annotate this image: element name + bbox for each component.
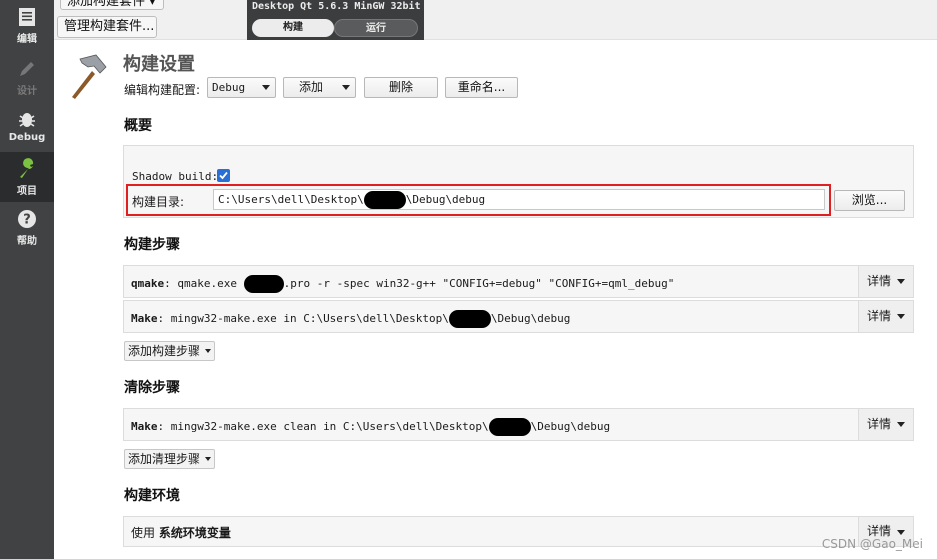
- kit-panel: Desktop Qt 5.6.3 MinGW 32bit 构建 运行: [247, 0, 424, 40]
- chevron-down-icon: [897, 279, 905, 284]
- page-title: 构建设置: [123, 54, 195, 75]
- details-button[interactable]: 详情: [858, 266, 913, 297]
- manage-kits-button[interactable]: 管理构建套件...: [57, 16, 157, 38]
- details-label: 详情: [867, 309, 892, 323]
- clean-step-make-text: Make: mingw32-make.exe clean in C:\Users…: [131, 418, 610, 436]
- chevron-down-icon: [897, 422, 905, 427]
- edit-doc-icon: [19, 8, 35, 26]
- step-text-pre: : mingw32-make.exe clean in C:\Users\del…: [157, 420, 489, 433]
- edit-config-label: 编辑构建配置:: [124, 83, 201, 97]
- build-settings-page: 构建设置 编辑构建配置: Debug 添加 删除 重命名... 概要 Shado…: [54, 40, 937, 559]
- help-icon: ?: [18, 210, 36, 228]
- svg-text:?: ?: [23, 213, 31, 228]
- add-kit-label: 添加构建套件: [67, 0, 146, 9]
- details-label: 详情: [867, 417, 892, 431]
- browse-button[interactable]: 浏览...: [834, 190, 905, 211]
- overview-panel: Shadow build: 构建目录: C:\Users\dell\Deskto…: [123, 145, 914, 218]
- add-kit-button[interactable]: 添加构建套件 ▾: [60, 0, 164, 10]
- overview-heading: 概要: [124, 118, 152, 134]
- add-build-step-button[interactable]: 添加构建步骤: [124, 341, 215, 361]
- env-name: 系统环境变量: [158, 526, 231, 540]
- mode-help-label: 帮助: [17, 236, 37, 247]
- tab-run[interactable]: 运行: [334, 19, 418, 37]
- build-dir-suffix: \Debug\debug: [405, 193, 486, 206]
- step-text-pre: : mingw32-make.exe in C:\Users\dell\Desk…: [157, 312, 449, 325]
- pencil-icon: [20, 62, 34, 76]
- step-text-post: \Debug\debug: [490, 312, 571, 325]
- use-label: 使用: [131, 526, 156, 540]
- add-config-button[interactable]: 添加: [283, 77, 356, 98]
- mode-help[interactable]: ? 帮助: [0, 202, 54, 252]
- mode-projects[interactable]: 项目: [0, 152, 54, 202]
- kit-selector-strip: 添加构建套件 ▾ 管理构建套件... Desktop Qt 5.6.3 MinG…: [54, 0, 937, 40]
- manage-kits-label: 管理构建套件...: [64, 19, 155, 34]
- details-label: 详情: [867, 274, 892, 288]
- add-clean-step-button[interactable]: 添加清理步骤: [124, 449, 215, 469]
- chevron-down-icon: [897, 530, 905, 535]
- build-env-heading: 构建环境: [124, 488, 180, 504]
- details-label: 详情: [867, 524, 892, 538]
- mode-bar: 编辑 设计 Debug 项目 ? 帮助: [0, 0, 54, 559]
- mode-debug-label: Debug: [8, 132, 46, 143]
- hammer-icon: [72, 54, 107, 99]
- step-text-pre: : qmake.exe: [164, 277, 244, 290]
- mode-design[interactable]: 设计: [0, 52, 54, 102]
- mode-debug[interactable]: Debug: [0, 102, 54, 152]
- watermark: CSDN @Gao_Mei: [821, 537, 923, 551]
- build-step-qmake-text: qmake: qmake.exe .pro -r -spec win32-g++…: [131, 275, 674, 293]
- rename-config-button[interactable]: 重命名...: [445, 77, 518, 98]
- build-config-value: Debug: [212, 81, 246, 94]
- step-text-post: .pro -r -spec win32-g++ "CONFIG+=debug" …: [283, 277, 675, 290]
- kit-name: Desktop Qt 5.6.3 MinGW 32bit: [252, 1, 421, 12]
- mode-design-label: 设计: [17, 86, 37, 97]
- wrench-icon: [20, 158, 34, 178]
- build-step-make-text: Make: mingw32-make.exe in C:\Users\dell\…: [131, 310, 570, 328]
- step-name: Make: [131, 420, 158, 433]
- bug-icon: [19, 113, 35, 127]
- chevron-down-icon: [897, 314, 905, 319]
- chevron-down-icon: [205, 349, 211, 353]
- shadow-build-checkbox[interactable]: [217, 169, 230, 182]
- chevron-down-icon: [342, 85, 350, 90]
- build-dir-label: 构建目录:: [132, 195, 185, 209]
- redaction-mark: [243, 275, 284, 293]
- redaction-mark: [363, 191, 406, 209]
- add-build-step-label: 添加构建步骤: [128, 344, 201, 358]
- step-name: qmake: [131, 277, 165, 290]
- build-config-select[interactable]: Debug: [207, 77, 276, 98]
- add-clean-step-label: 添加清理步骤: [128, 452, 201, 466]
- build-env-text: 使用 系统环境变量: [131, 524, 231, 541]
- delete-config-button[interactable]: 删除: [364, 77, 438, 98]
- chevron-down-icon: [205, 457, 211, 461]
- clean-step-make: Make: mingw32-make.exe clean in C:\Users…: [123, 408, 914, 441]
- build-env-bar: 使用 系统环境变量 详情: [123, 516, 914, 547]
- redaction-mark: [448, 310, 491, 328]
- build-step-qmake: qmake: qmake.exe .pro -r -spec win32-g++…: [123, 265, 914, 298]
- build-step-make: Make: mingw32-make.exe in C:\Users\dell\…: [123, 300, 914, 333]
- mode-projects-label: 项目: [17, 186, 37, 197]
- build-steps-heading: 构建步骤: [124, 237, 180, 253]
- step-name: Make: [131, 312, 158, 325]
- clean-steps-heading: 清除步骤: [124, 380, 180, 396]
- chevron-down-icon: [262, 85, 270, 90]
- build-dir-input[interactable]: C:\Users\dell\Desktop\ \Debug\debug: [213, 189, 825, 210]
- add-config-label: 添加: [299, 80, 324, 94]
- shadow-build-label: Shadow build:: [132, 170, 219, 183]
- mode-edit-label: 编辑: [17, 34, 37, 45]
- mode-edit[interactable]: 编辑: [0, 0, 54, 50]
- build-dir-prefix: C:\Users\dell\Desktop\: [218, 193, 364, 206]
- redaction-mark: [488, 418, 531, 436]
- step-text-post: \Debug\debug: [530, 420, 611, 433]
- details-button[interactable]: 详情: [858, 301, 913, 332]
- tab-build[interactable]: 构建: [252, 19, 334, 37]
- details-button[interactable]: 详情: [858, 409, 913, 440]
- checkmark-icon: [219, 171, 228, 180]
